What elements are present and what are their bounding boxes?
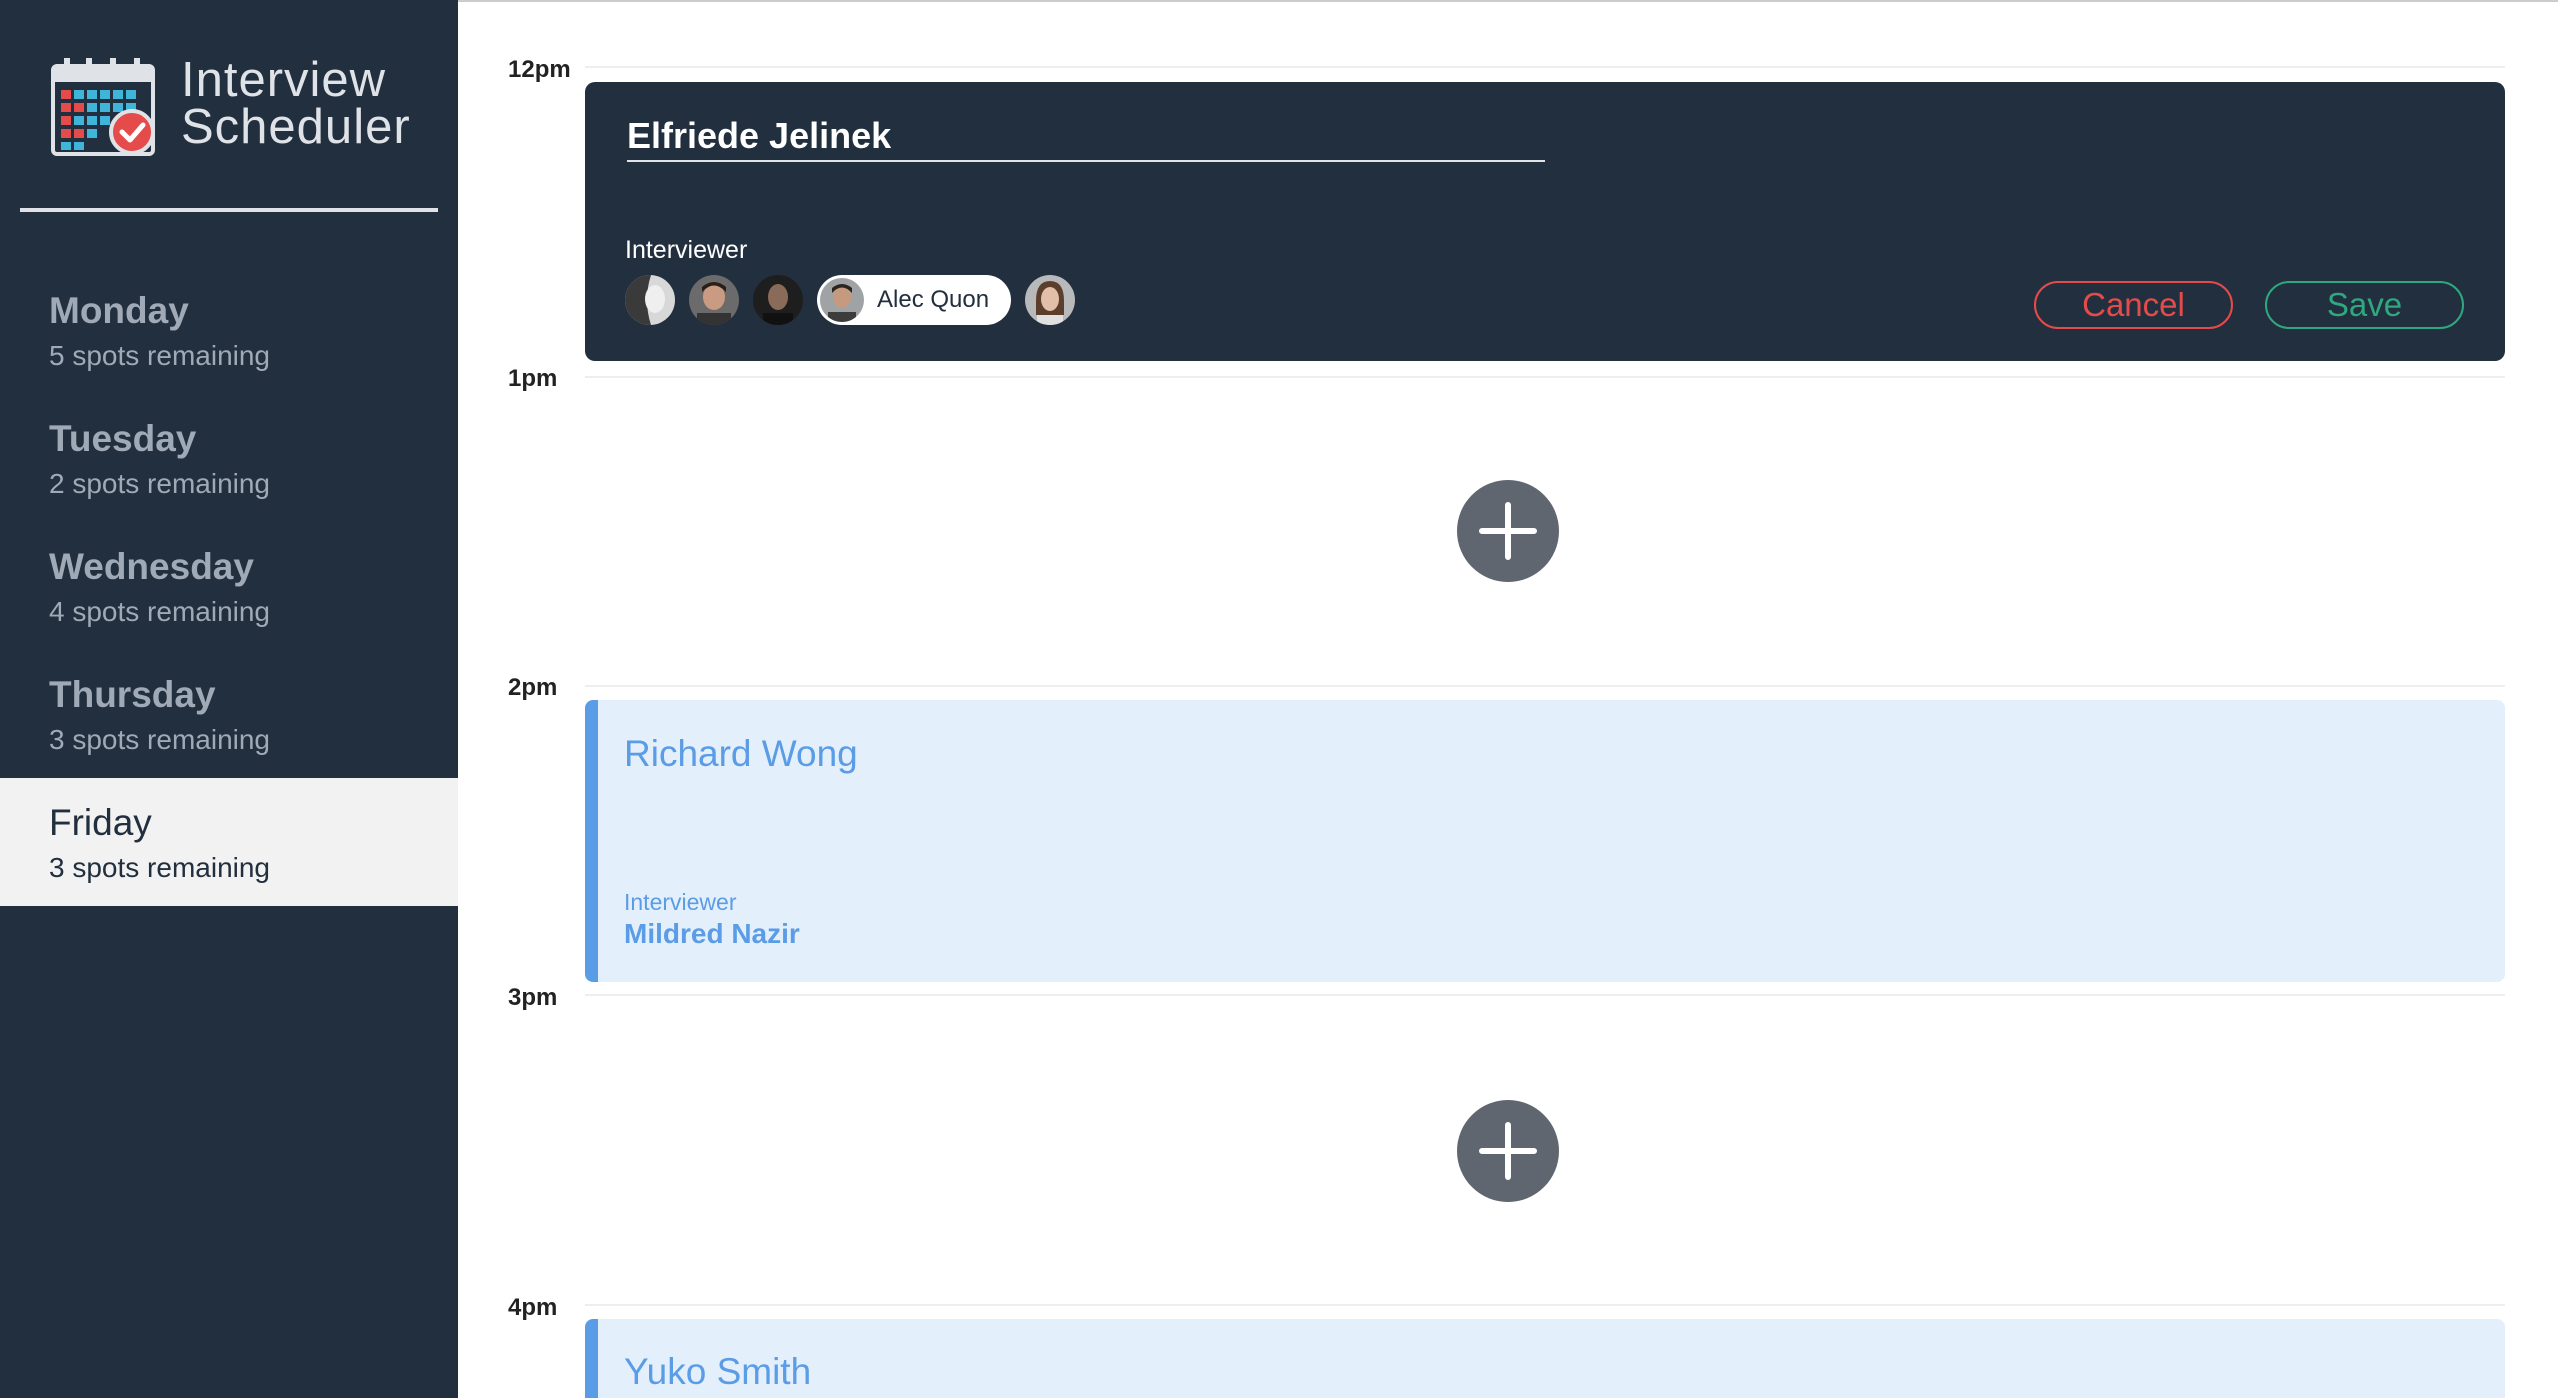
add-appointment-button[interactable]: [1457, 480, 1559, 582]
sidebar-item-tuesday[interactable]: Tuesday 2 spots remaining: [0, 394, 458, 522]
day-spots: 5 spots remaining: [49, 340, 271, 371]
interviewer-avatar[interactable]: [625, 275, 675, 325]
day-spots: 3 spots remaining: [49, 724, 271, 755]
appointment-form: Interviewer Alec Quon Cancel Save: [585, 82, 2505, 361]
hour-line: [585, 66, 2505, 68]
interviewer-avatar[interactable]: [753, 275, 803, 325]
booked-appointment[interactable]: Yuko Smith: [585, 1319, 2505, 1398]
app-title-line1: Interview: [181, 53, 387, 107]
hour-label: 12pm: [508, 56, 571, 83]
hour-label: 4pm: [508, 1294, 558, 1321]
day-name: Thursday: [49, 674, 216, 715]
student-name: Richard Wong: [624, 733, 858, 774]
plus-icon: [1479, 502, 1537, 560]
day-name: Monday: [49, 290, 189, 331]
day-name: Wednesday: [49, 546, 254, 587]
student-name: Yuko Smith: [624, 1351, 812, 1392]
sidebar-item-thursday[interactable]: Thursday 3 spots remaining: [0, 650, 458, 778]
day-name: Tuesday: [49, 418, 197, 459]
hour-label: 1pm: [508, 365, 558, 392]
hour-line: [585, 685, 2505, 687]
interviewer-avatar[interactable]: [1025, 275, 1075, 325]
hour-line: [585, 994, 2505, 996]
sidebar: Interview Scheduler Monday 5 spots remai…: [0, 0, 458, 1398]
hour-label: 2pm: [508, 674, 558, 701]
student-name-input[interactable]: [627, 112, 1545, 162]
interviewer-name: Mildred Nazir: [624, 918, 800, 949]
day-spots: 2 spots remaining: [49, 468, 271, 499]
interviewer-avatar[interactable]: [689, 275, 739, 325]
calendar-check-icon: [51, 58, 155, 156]
plus-icon: [1479, 1122, 1537, 1180]
hour-label: 3pm: [508, 984, 558, 1011]
sidebar-divider: [20, 208, 438, 212]
app-title-line2: Scheduler: [181, 100, 411, 154]
interviewer-label: Interviewer: [625, 236, 748, 264]
cancel-button[interactable]: Cancel: [2034, 281, 2233, 329]
sidebar-item-friday[interactable]: Friday 3 spots remaining: [0, 778, 458, 906]
booked-appointment[interactable]: Richard Wong Interviewer Mildred Nazir: [585, 700, 2505, 982]
day-spots: 3 spots remaining: [49, 852, 271, 883]
app-title: Interview Scheduler: [181, 53, 411, 154]
top-divider: [458, 0, 2558, 2]
add-appointment-button[interactable]: [1457, 1100, 1559, 1202]
hour-line: [585, 376, 2505, 378]
sidebar-item-monday[interactable]: Monday 5 spots remaining: [0, 266, 458, 394]
interviewer-avatar: [820, 278, 864, 322]
save-button[interactable]: Save: [2265, 281, 2464, 329]
hour-line: [585, 1304, 2505, 1306]
day-name: Friday: [49, 802, 152, 843]
sidebar-item-wednesday[interactable]: Wednesday 4 spots remaining: [0, 522, 458, 650]
day-spots: 4 spots remaining: [49, 596, 271, 627]
selected-interviewer-chip[interactable]: Alec Quon: [817, 275, 1011, 325]
interviewer-label: Interviewer: [624, 889, 737, 915]
selected-interviewer-name: Alec Quon: [877, 286, 990, 313]
